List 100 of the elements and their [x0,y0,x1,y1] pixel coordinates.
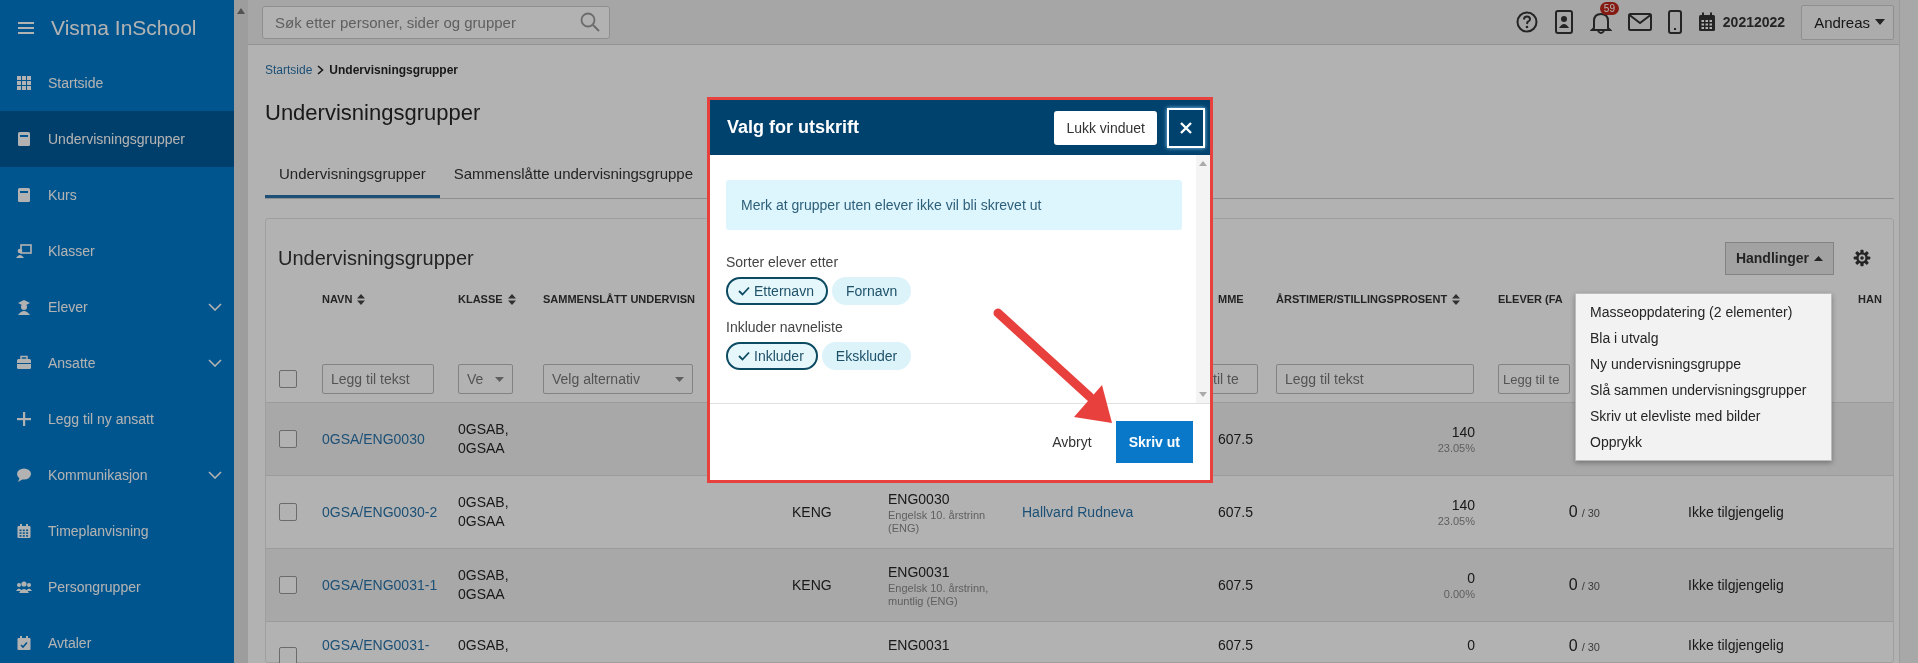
student-count: 0 [1568,636,1578,655]
sidebar-item[interactable]: Kommunikasjon [0,447,234,503]
course-description: Engelsk 10. årstrinn, muntlig (ENG) [888,581,990,608]
table-cell-text: Ikke tilgjengelig [1688,502,1785,522]
group-link[interactable]: 0GSA/ENG0031-1 [322,575,458,595]
breadcrumb-current: Undervisningsgrupper [329,63,459,77]
row-checkbox[interactable] [279,576,297,594]
menu-item[interactable]: Skriv ut elevliste med bilder [1576,403,1831,429]
sidebar-item[interactable]: Undervisningsgrupper [0,111,234,167]
check-icon [738,351,750,361]
scroll-down-icon[interactable] [1199,392,1207,397]
menu-icon[interactable] [18,20,34,35]
table-cell-text: 607.5 [1217,429,1255,449]
breadcrumb-link[interactable]: Startside [265,63,313,77]
table-cell-text: 607.5 [1217,636,1255,655]
settings-icon[interactable] [1853,249,1871,267]
sidebar-item[interactable]: Avtaler [0,615,234,663]
filter-field[interactable]: Legg til tekst [322,364,434,394]
phone-icon[interactable] [1667,10,1682,34]
column-header[interactable]: NAVN [322,293,458,305]
row-checkbox[interactable] [279,430,297,448]
calendar-icon [16,523,32,539]
page-title: Undervisningsgrupper [265,99,482,126]
group-link[interactable]: 0GSA/ENG0031- [322,636,458,655]
hours-value: 140 [1451,423,1475,442]
student-icon [16,299,32,315]
table-cell-text: Ikke tilgjengelig [1688,575,1785,595]
row-checkbox[interactable] [279,647,297,663]
menu-item[interactable]: Masseoppdatering (2 elementer) [1576,299,1831,325]
close-button[interactable] [1167,107,1205,148]
group-link[interactable]: 0GSA/ENG0030 [322,429,458,449]
select-all-checkbox[interactable] [279,370,297,388]
option-label: Sorter elever etter [726,254,840,270]
dialog-scrollbar[interactable] [1196,155,1210,403]
plus-icon [16,411,32,427]
card-title: Undervisningsgrupper [278,246,474,270]
people-icon [16,579,32,595]
school-year[interactable]: 20212022 [1722,14,1786,30]
board-icon [16,243,32,259]
caret-icon [675,376,684,382]
mail-icon[interactable] [1627,13,1652,31]
sidebar-item[interactable]: Timeplanvisning [0,503,234,559]
filter-dropdown[interactable]: Velg alternativ [543,364,693,394]
column-header: HAN [1858,293,1883,305]
actions-button[interactable]: Handlinger [1724,241,1834,275]
filter-field[interactable]: Legg til te [1498,364,1570,394]
group-link[interactable]: 0GSA/ENG0030-2 [322,502,458,522]
chat-bubble-icon [16,467,32,483]
search-field[interactable]: Søk etter personer, sider og grupper [262,5,610,39]
tab[interactable]: Sammenslåtte undervisningsgruppe [439,152,708,198]
scroll-up-icon[interactable] [237,8,245,14]
sidebar-item[interactable]: Klasser [0,223,234,279]
bell-icon[interactable] [1589,10,1612,34]
sidebar-item[interactable]: Ansatte [0,335,234,391]
print-button[interactable]: Skriv ut [1115,421,1193,463]
hours-value: 0 [1467,569,1475,588]
contacts-icon[interactable] [1553,10,1574,34]
page-scrollbar[interactable] [1899,0,1918,663]
help-icon[interactable] [1515,11,1538,33]
table-cell-text: 0GSAB, 0GSAA [458,566,510,604]
close-icon [1180,121,1192,134]
table-cell-text: 607.5 [1217,502,1255,522]
student-capacity: / 30 [1581,640,1600,655]
row-checkbox[interactable] [279,503,297,521]
option-chip[interactable]: Inkluder [726,342,818,370]
sort-icon [1452,293,1461,305]
teacher-link[interactable]: Hallvard Rudneva [1022,502,1208,522]
menu-item[interactable]: Bla i utvalg [1576,325,1831,351]
student-capacity: / 30 [1581,578,1600,594]
menu-item[interactable]: Opprykk [1576,429,1831,455]
user-menu-button[interactable]: Andreas [1801,4,1894,40]
column-header: ELEVER (FA [1498,293,1564,305]
chevron-right-icon [317,65,325,75]
filter-dropdown[interactable]: Ve [458,364,513,394]
sidebar-item[interactable]: Startside [0,55,234,111]
column-header[interactable]: ÅRSTIMER/STILLINGSPROSENT [1276,293,1498,305]
tab[interactable]: Undervisningsgrupper [265,152,440,198]
sidebar-item[interactable]: Legg til ny ansatt [0,391,234,447]
cancel-button[interactable]: Avbryt [1048,424,1096,460]
sidebar-item[interactable]: Kurs [0,167,234,223]
course-description: Engelsk 10. årstrinn (ENG) [888,508,987,535]
option-chip[interactable]: Fornavn [831,277,912,305]
scroll-up-icon[interactable] [1199,161,1207,166]
menu-item[interactable]: Ny undervisningsgruppe [1576,351,1831,377]
option-chip[interactable]: Ekskluder [821,342,912,370]
calendar-icon[interactable] [1697,12,1716,32]
sidebar-item[interactable]: Elever [0,279,234,335]
option-chip[interactable]: Etternavn [726,277,828,305]
hours-value: 140 [1451,496,1475,515]
sidebar-scrollbar[interactable] [234,0,248,663]
column-header[interactable]: KLASSE [458,293,543,305]
table-cell-text: KENG [792,502,833,522]
menu-item[interactable]: Slå sammen undervisningsgrupper [1576,377,1831,403]
filter-field[interactable]: Legg til tekst [1276,364,1474,394]
caret-icon [495,376,504,382]
sidebar-item[interactable]: Persongrupper [0,559,234,615]
search-icon[interactable] [580,11,600,32]
chevron-down-icon [208,471,222,479]
caret-icon [1875,19,1885,25]
grid-icon [16,75,32,91]
